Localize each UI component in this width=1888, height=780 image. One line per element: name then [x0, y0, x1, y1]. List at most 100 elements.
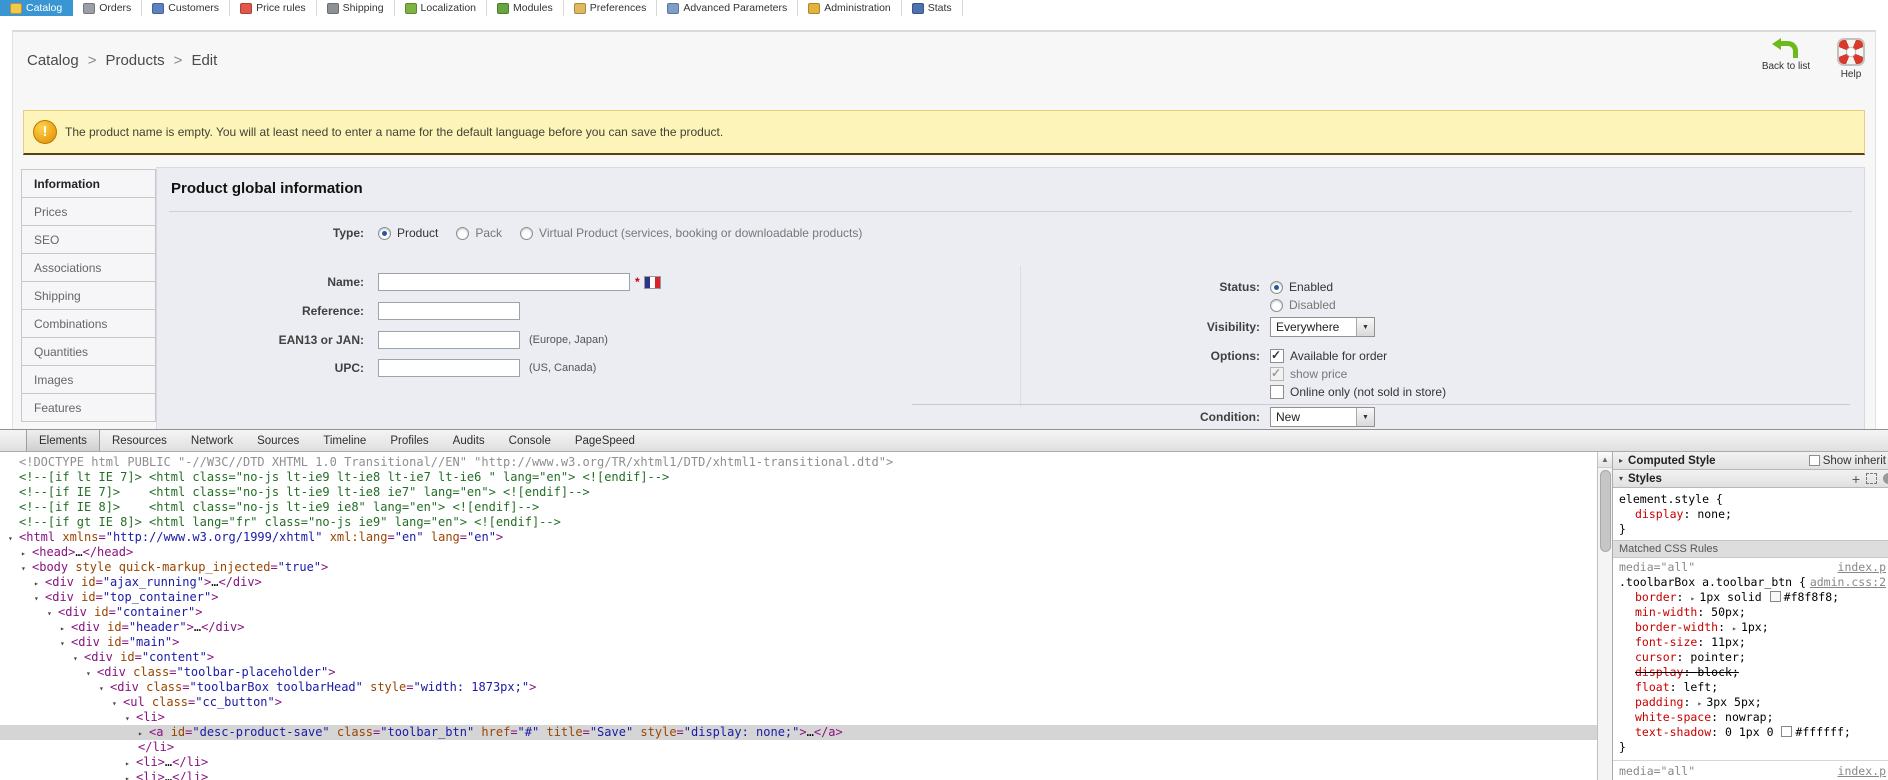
css-property-row[interactable]: float: left; [1613, 680, 1888, 695]
sidebar-item-features[interactable]: Features [21, 393, 156, 422]
code-line[interactable]: ▸ <div id="ajax_running">…</div> [0, 575, 1597, 590]
sidebar-item-information[interactable]: Information [21, 169, 156, 198]
name-input[interactable] [378, 273, 630, 291]
code-line[interactable]: ▸ <div id="header">…</div> [0, 620, 1597, 635]
element-state-icon[interactable] [1866, 473, 1877, 484]
code-line[interactable]: ▾ <div class="toolbarBox toolbarHead" sty… [0, 680, 1597, 695]
collapse-arrow-icon[interactable]: ▸ [125, 756, 136, 771]
collapse-arrow-icon[interactable]: ▸ [21, 546, 32, 561]
code-line[interactable]: ▸ <a id="desc-product-save" class="toolba… [0, 725, 1597, 740]
expand-arrow-icon[interactable]: ▾ [47, 606, 58, 621]
breadcrumb-catalog[interactable]: Catalog [27, 52, 79, 69]
collapse-arrow-icon[interactable]: ▸ [138, 726, 149, 741]
sidebar-item-shipping[interactable]: Shipping [21, 281, 156, 310]
code-line[interactable]: ▾ <div id="container"> [0, 605, 1597, 620]
expand-arrow-icon[interactable]: ▾ [112, 696, 123, 711]
css-property-row[interactable]: font-size: 11px; [1613, 635, 1888, 650]
sidebar-item-combinations[interactable]: Combinations [21, 309, 156, 338]
upc-input[interactable] [378, 359, 520, 377]
css-property-row[interactable]: cursor: pointer; [1613, 650, 1888, 665]
expand-arrow-icon[interactable]: ▾ [73, 651, 84, 666]
styles-header[interactable]: ▾ Styles + [1613, 470, 1888, 488]
collapse-arrow-icon[interactable]: ▸ [125, 771, 136, 780]
reference-input[interactable] [378, 302, 520, 320]
show-price-checkbox[interactable] [1270, 366, 1284, 381]
css-property-row[interactable]: border: ▸ 1px solid #f8f8f8; [1613, 590, 1888, 605]
expand-arrow-icon[interactable]: ▸ [1732, 621, 1741, 636]
expand-arrow-icon[interactable]: ▾ [99, 681, 110, 696]
sidebar-item-seo[interactable]: SEO [21, 225, 156, 254]
code-line[interactable]: <!--[if IE 8]> <html class="no-js lt-ie9… [0, 500, 1597, 515]
code-line[interactable]: ▾ <html xmlns="http://www.w3.org/1999/xht… [0, 530, 1597, 545]
stylesheet-link[interactable]: index.p [1838, 764, 1886, 779]
tab-localization[interactable]: Localization [395, 0, 487, 16]
css-property-row[interactable]: text-shadow: 0 1px 0 #ffffff; [1613, 725, 1888, 740]
css-property-row[interactable]: display: block; [1613, 665, 1888, 680]
sidebar-item-associations[interactable]: Associations [21, 253, 156, 282]
devtools-tab-network[interactable]: Network [179, 430, 245, 451]
status-enabled-radio[interactable] [1270, 280, 1283, 294]
available-for-order-checkbox[interactable] [1270, 348, 1284, 363]
devtools-tab-resources[interactable]: Resources [100, 430, 179, 451]
expand-arrow-icon[interactable]: ▾ [86, 666, 97, 681]
code-line[interactable]: </li> [0, 740, 1597, 755]
scrollbar-thumb[interactable] [1600, 470, 1611, 552]
tab-customers[interactable]: Customers [142, 0, 231, 16]
devtools-code-scrollbar[interactable]: ▲ [1597, 452, 1612, 780]
css-property-row[interactable]: white-space: nowrap; [1613, 710, 1888, 725]
sidebar-item-images[interactable]: Images [21, 365, 156, 394]
code-line[interactable]: ▾ <li> [0, 710, 1597, 725]
tab-shipping[interactable]: Shipping [317, 0, 395, 16]
status-disabled-radio[interactable] [1270, 298, 1283, 312]
stylesheet-link[interactable]: index.p [1838, 560, 1886, 575]
css-property-row[interactable]: padding: ▸ 3px 5px; [1613, 695, 1888, 710]
sidebar-item-prices[interactable]: Prices [21, 197, 156, 226]
online-only-checkbox[interactable] [1270, 385, 1284, 399]
devtools-tab-pagespeed[interactable]: PageSpeed [563, 430, 647, 451]
tab-price-rules[interactable]: Price rules [230, 0, 317, 16]
expand-arrow-icon[interactable]: ▸ [1697, 696, 1706, 711]
help-button[interactable]: Help [1827, 38, 1875, 80]
expand-arrow-icon[interactable]: ▾ [34, 591, 45, 606]
code-line[interactable]: <!--[if lt IE 7]> <html class="no-js lt-… [0, 470, 1597, 485]
collapse-arrow-icon[interactable]: ▸ [60, 621, 71, 636]
devtools-tab-audits[interactable]: Audits [441, 430, 497, 451]
css-property-row[interactable]: min-width: 50px; [1613, 605, 1888, 620]
tab-administration[interactable]: Administration [798, 0, 902, 16]
devtools-tab-timeline[interactable]: Timeline [311, 430, 378, 451]
code-line[interactable]: ▸ <head>…</head> [0, 545, 1597, 560]
expand-arrow-icon[interactable]: ▾ [8, 531, 19, 546]
back-to-list-button[interactable]: Back to list [1749, 38, 1823, 72]
code-line[interactable]: ▸ <li>…</li> [0, 770, 1597, 780]
breadcrumb-products[interactable]: Products [105, 52, 164, 69]
css-property-row[interactable]: border-width: ▸ 1px; [1613, 620, 1888, 635]
code-line[interactable]: ▸ <li>…</li> [0, 755, 1597, 770]
devtools-tab-elements[interactable]: Elements [26, 430, 100, 451]
gear-icon[interactable] [1883, 473, 1888, 484]
french-flag-icon[interactable] [643, 275, 661, 289]
tab-catalog[interactable]: Catalog [0, 0, 74, 16]
ean13-input[interactable] [378, 331, 520, 349]
computed-style-header[interactable]: ▸ Computed Style Show inherit [1613, 452, 1888, 470]
code-line[interactable]: ▾ <div class="toolbar-placeholder"> [0, 665, 1597, 680]
scroll-up-icon[interactable]: ▲ [1598, 452, 1612, 468]
code-line[interactable]: <!DOCTYPE html PUBLIC "-//W3C//DTD XHTML… [0, 455, 1597, 470]
new-style-rule-icon[interactable]: + [1852, 471, 1860, 487]
expand-arrow-icon[interactable]: ▾ [60, 636, 71, 651]
code-line[interactable]: ▾ <ul class="cc_button"> [0, 695, 1597, 710]
tab-preferences[interactable]: Preferences [564, 0, 658, 16]
tab-advanced-parameters[interactable]: Advanced Parameters [657, 0, 799, 16]
tab-modules[interactable]: Modules [487, 0, 564, 16]
code-line[interactable]: ▾ <div id="top_container"> [0, 590, 1597, 605]
sidebar-item-quantities[interactable]: Quantities [21, 337, 156, 366]
code-line[interactable]: <!--[if IE 7]> <html class="no-js lt-ie9… [0, 485, 1597, 500]
show-inherited-checkbox[interactable] [1808, 455, 1820, 466]
expand-arrow-icon[interactable]: ▾ [125, 711, 136, 726]
code-line[interactable]: ▾ <body style quick-markup_injected="true… [0, 560, 1597, 575]
code-line[interactable]: <!--[if gt IE 8]> <html lang="fr" class=… [0, 515, 1597, 530]
tab-orders[interactable]: Orders [73, 0, 143, 16]
devtools-tab-sources[interactable]: Sources [245, 430, 311, 451]
css-property-row[interactable]: display: none; [1613, 507, 1888, 522]
visibility-select[interactable]: Everywhere ▼ [1270, 317, 1375, 337]
expand-arrow-icon[interactable]: ▾ [21, 561, 32, 576]
